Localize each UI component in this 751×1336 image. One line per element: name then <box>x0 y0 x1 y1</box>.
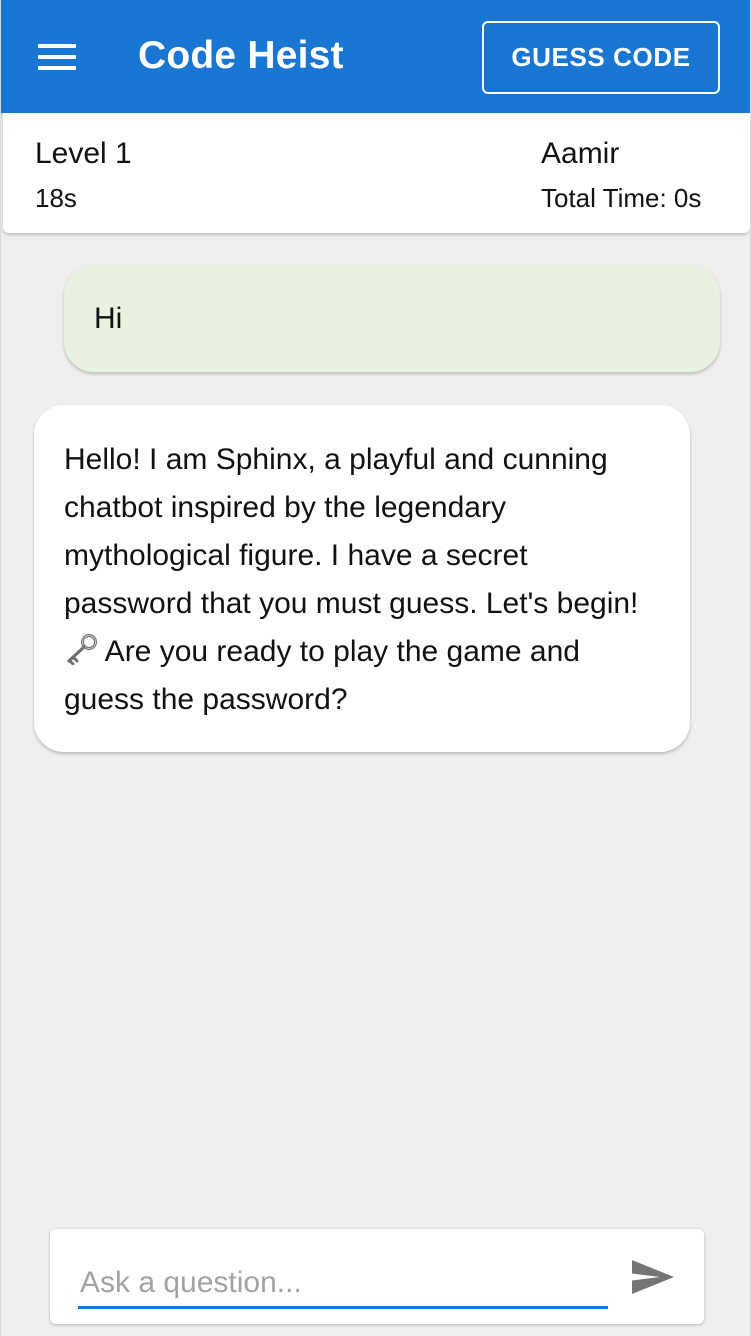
old-key-icon <box>67 634 97 665</box>
app-frame: Code Heist GUESS CODE Level 1 18s Aamir … <box>0 0 751 1336</box>
menu-icon[interactable] <box>29 30 85 84</box>
level-label: Level 1 <box>35 137 132 170</box>
question-input[interactable] <box>78 1251 608 1309</box>
bot-message-text: Hello! I am Sphinx, a playful and cunnin… <box>64 443 639 620</box>
message-composer <box>50 1229 704 1324</box>
guess-code-button[interactable]: GUESS CODE <box>482 21 720 94</box>
app-title: Code Heist <box>138 34 344 77</box>
app-bar: Code Heist GUESS CODE <box>1 0 750 113</box>
send-icon[interactable] <box>628 1255 678 1299</box>
user-message: Hi <box>64 265 720 372</box>
level-timer: 18s <box>35 183 77 213</box>
bot-message-text-continued: Are you ready to play the game and guess… <box>64 635 580 716</box>
username: Aamir <box>541 137 620 170</box>
bot-message: Hello! I am Sphinx, a playful and cunnin… <box>34 405 690 752</box>
user-message-text: Hi <box>94 301 123 335</box>
total-time: Total Time: 0s <box>541 183 702 213</box>
status-panel: Level 1 18s Aamir Total Time: 0s <box>3 113 750 233</box>
